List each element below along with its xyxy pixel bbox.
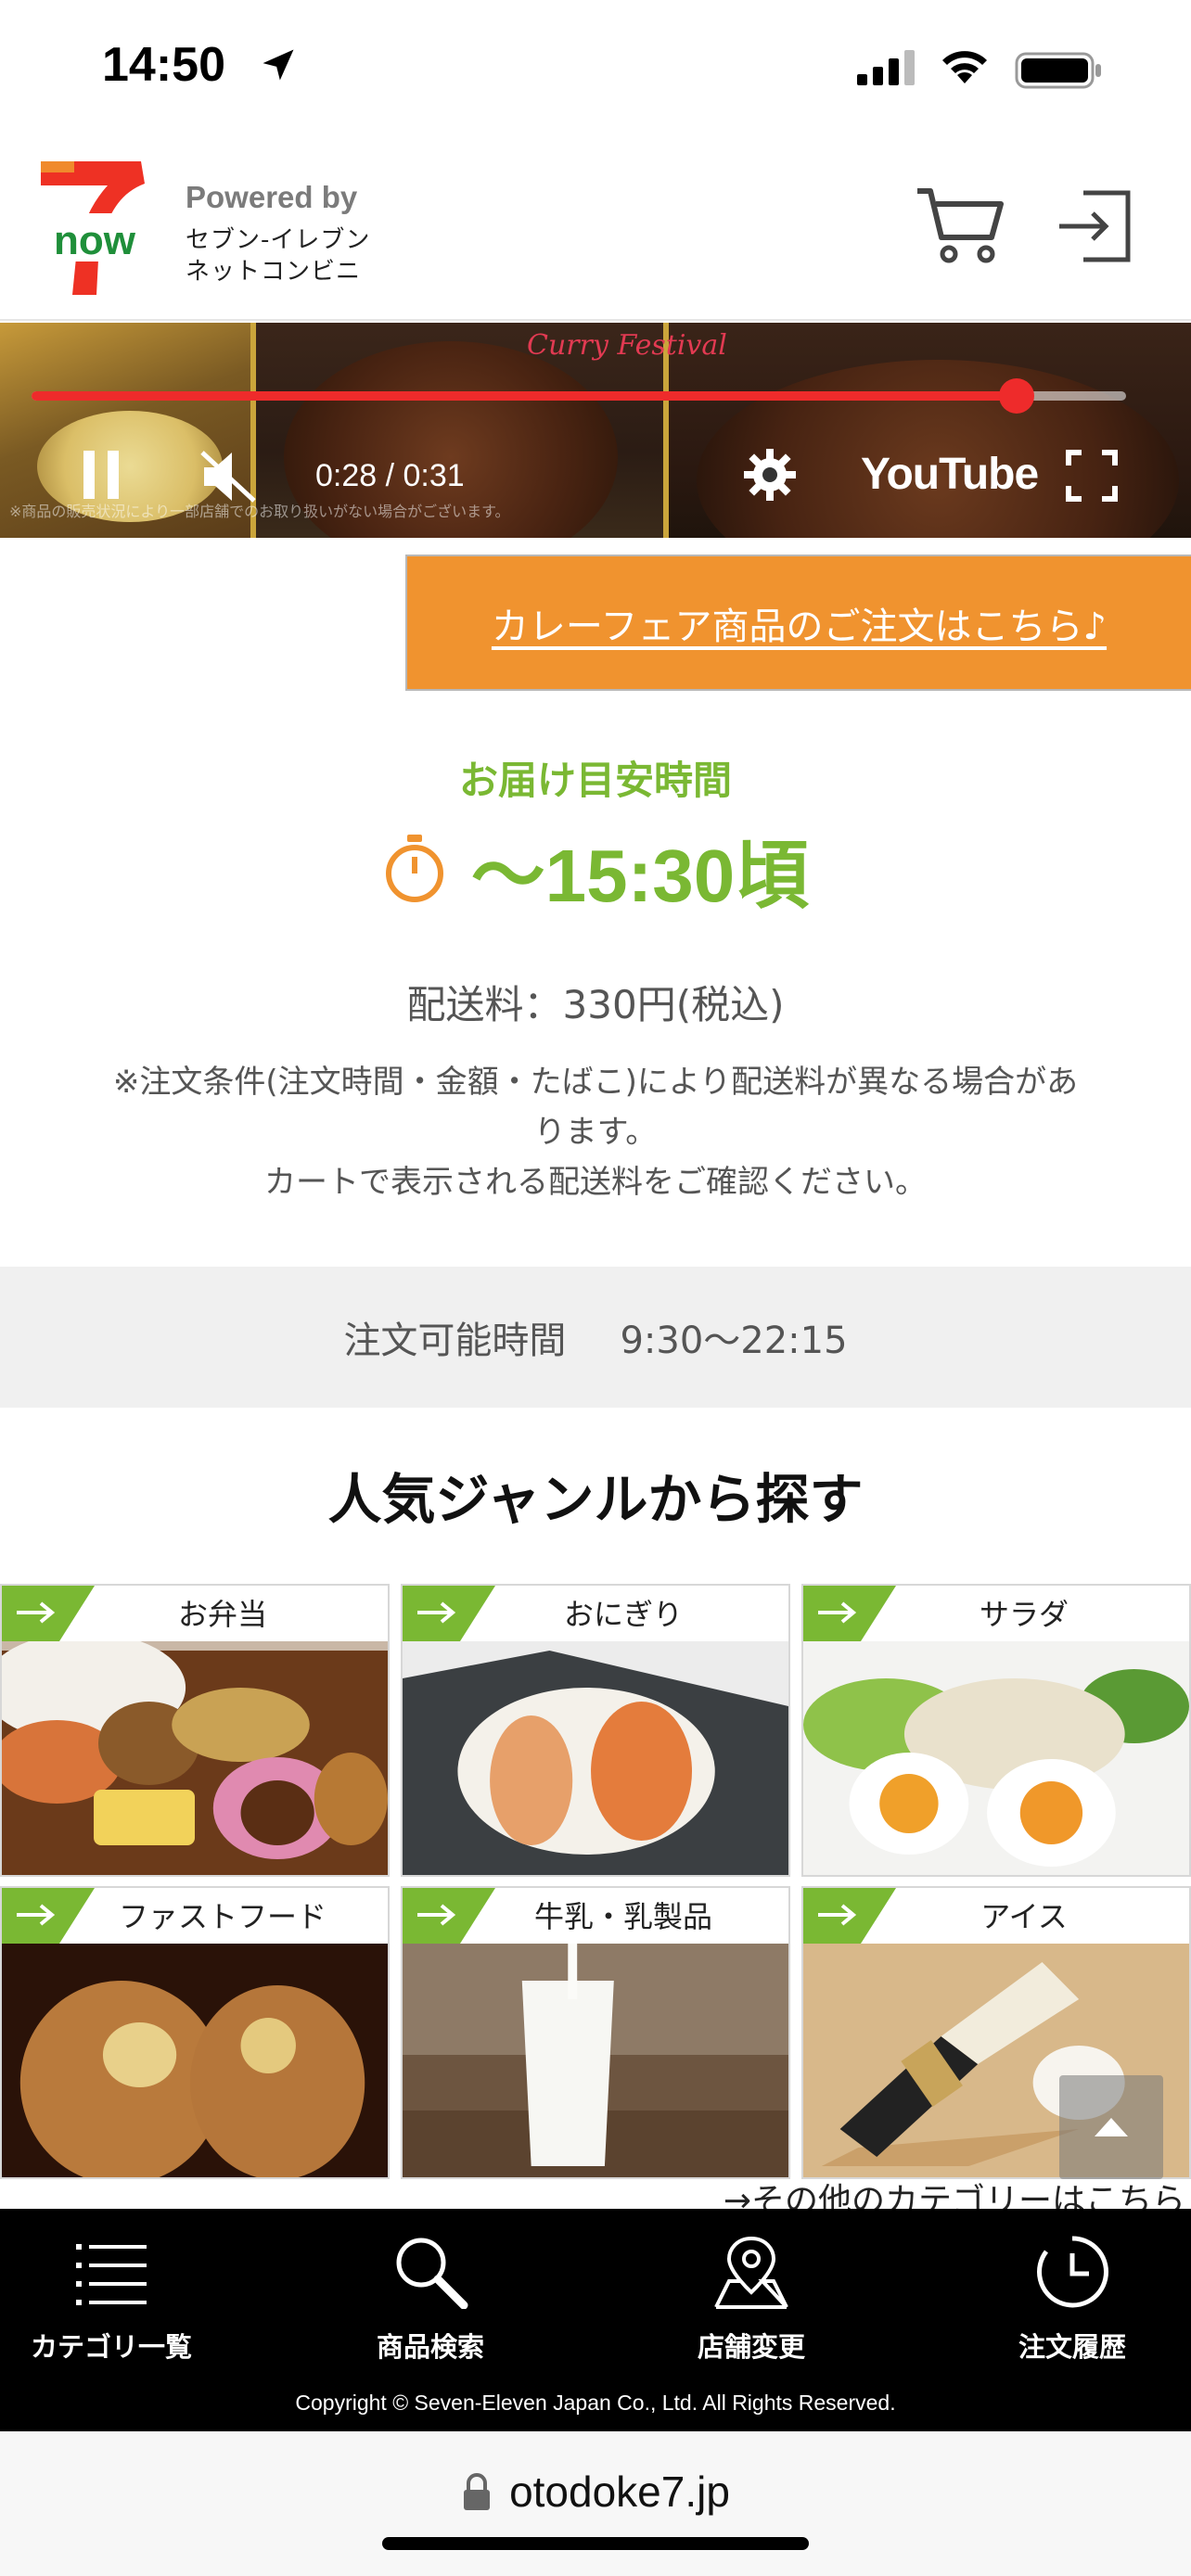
popular-genres-title: 人気ジャンルから探す <box>327 1468 864 1531</box>
genre-tile-salad[interactable]: サラダ <box>801 1584 1191 1877</box>
clock-icon <box>1037 2236 1108 2308</box>
browser-address-bar[interactable]: otodoke7.jp <box>0 2431 1191 2576</box>
genre-tile-milk[interactable]: 牛乳・乳製品 <box>401 1886 790 2179</box>
note-line-3: カートで表示される配送料をご確認ください。 <box>264 1164 927 1201</box>
delivery-fee-note: ※注文条件(注文時間・金額・たばこ)により配送料が異なる場合があ ります。 カー… <box>65 1057 1126 1207</box>
home-indicator[interactable] <box>382 2537 809 2550</box>
nav-label: 注文履歴 <box>1018 2331 1126 2363</box>
pause-icon[interactable] <box>80 447 124 506</box>
genre-label: サラダ <box>979 1597 1069 1632</box>
nav-label: 商品検索 <box>376 2331 484 2363</box>
seven-eleven-now-logo[interactable]: now <box>37 158 148 297</box>
list-icon <box>76 2244 147 2305</box>
video-time: 0:28 / 0:31 <box>315 458 465 493</box>
scroll-to-top-button[interactable] <box>1059 2075 1163 2179</box>
nav-label: カテゴリ一覧 <box>30 2331 192 2363</box>
milk-photo <box>403 1944 788 2177</box>
cellular-signal-icon <box>855 48 920 89</box>
stopwatch-icon <box>382 833 447 907</box>
arrow-right-icon <box>417 1904 456 1926</box>
order-hours-label: 注文可能時間 <box>343 1320 567 1362</box>
search-icon <box>396 2238 468 2310</box>
url-text: otodoke7.jp <box>509 2468 730 2516</box>
delivery-eta-row: 〜15:30頃 <box>0 816 1191 924</box>
fullscreen-icon[interactable] <box>1065 449 1119 506</box>
site-header: now Powered by セブン-イレブン ネットコンビニ <box>0 139 1191 321</box>
order-hours-band: 注文可能時間 9:30〜22:15 <box>0 1267 1191 1408</box>
genre-tile-bento[interactable]: お弁当 <box>0 1584 390 1877</box>
video-caption: ※商品の販売状況により一部店舗でのお取り扱いがない場合がございます。 <box>9 503 510 520</box>
brand-line-2: ネットコンビニ <box>186 258 362 286</box>
cart-icon[interactable] <box>914 184 1006 271</box>
arrow-right-icon <box>417 1601 456 1624</box>
genre-label: ファストフード <box>118 1899 327 1934</box>
arrow-right-icon <box>17 1601 56 1624</box>
status-time: 14:50 <box>102 38 225 92</box>
note-line-1: ※注文条件(注文時間・金額・たばこ)により配送料が異なる場合があ <box>112 1064 1079 1101</box>
curry-fair-order-label: カレーフェア商品のご注文はこちら♪ <box>491 605 1108 648</box>
nav-change-store[interactable]: 店舗変更 <box>640 2235 863 2365</box>
arrow-right-icon <box>818 1904 857 1926</box>
video-progress-fill <box>32 391 1017 401</box>
note-line-2: ります。 <box>533 1114 658 1151</box>
battery-icon <box>1015 50 1104 95</box>
triangle-up-icon <box>1095 2118 1128 2136</box>
bento-photo <box>2 1641 388 1875</box>
genre-label: 牛乳・乳製品 <box>533 1899 712 1934</box>
onigiri-photo <box>403 1641 788 1875</box>
genre-tile-fastfood[interactable]: ファストフード <box>0 1886 390 2179</box>
nav-order-history[interactable]: 注文履歴 <box>961 2235 1184 2365</box>
genre-tile-onigiri[interactable]: おにぎり <box>401 1584 790 1877</box>
genre-label: おにぎり <box>563 1597 683 1632</box>
genre-label: アイス <box>980 1899 1068 1934</box>
location-arrow-icon <box>258 45 299 89</box>
nav-category-list[interactable]: カテゴリ一覧 <box>0 2235 223 2365</box>
logo-now-text: now <box>54 218 136 263</box>
nav-label: 店舗変更 <box>697 2331 805 2363</box>
copyright-text: Copyright © Seven-Eleven Japan Co., Ltd.… <box>295 2391 896 2415</box>
fastfood-photo <box>2 1944 388 2177</box>
powered-by-text: Powered by <box>186 180 358 214</box>
delivery-fee: 配送料：330円(税込) <box>406 982 785 1027</box>
settings-gear-icon[interactable] <box>742 447 798 506</box>
curry-festival-overlay: Curry Festival <box>527 329 727 362</box>
bottom-navigation: カテゴリ一覧 商品検索 店舗変更 注文履歴 Copyright © Seven-… <box>0 2209 1191 2431</box>
delivery-eta-label: お届け目安時間 <box>458 758 732 803</box>
genre-label: お弁当 <box>177 1597 267 1632</box>
youtube-logo[interactable]: YouTube <box>861 449 1039 500</box>
arrow-right-icon <box>17 1904 56 1926</box>
arrow-right-icon <box>818 1601 857 1624</box>
brand-line-1: セブン-イレブン <box>186 226 371 254</box>
lock-icon <box>464 2473 491 2510</box>
nav-product-search[interactable]: 商品検索 <box>319 2235 542 2365</box>
login-icon[interactable] <box>1056 187 1133 269</box>
status-bar: 14:50 <box>0 0 1191 139</box>
curry-fair-order-button[interactable]: カレーフェア商品のご注文はこちら♪ <box>405 555 1191 691</box>
salad-photo <box>803 1641 1189 1875</box>
map-pin-icon <box>714 2236 788 2309</box>
order-hours-value: 9:30〜22:15 <box>620 1320 848 1362</box>
wifi-icon <box>937 45 992 89</box>
video-progress-knob[interactable] <box>999 378 1034 414</box>
delivery-eta-time: 〜15:30頃 <box>470 835 810 917</box>
